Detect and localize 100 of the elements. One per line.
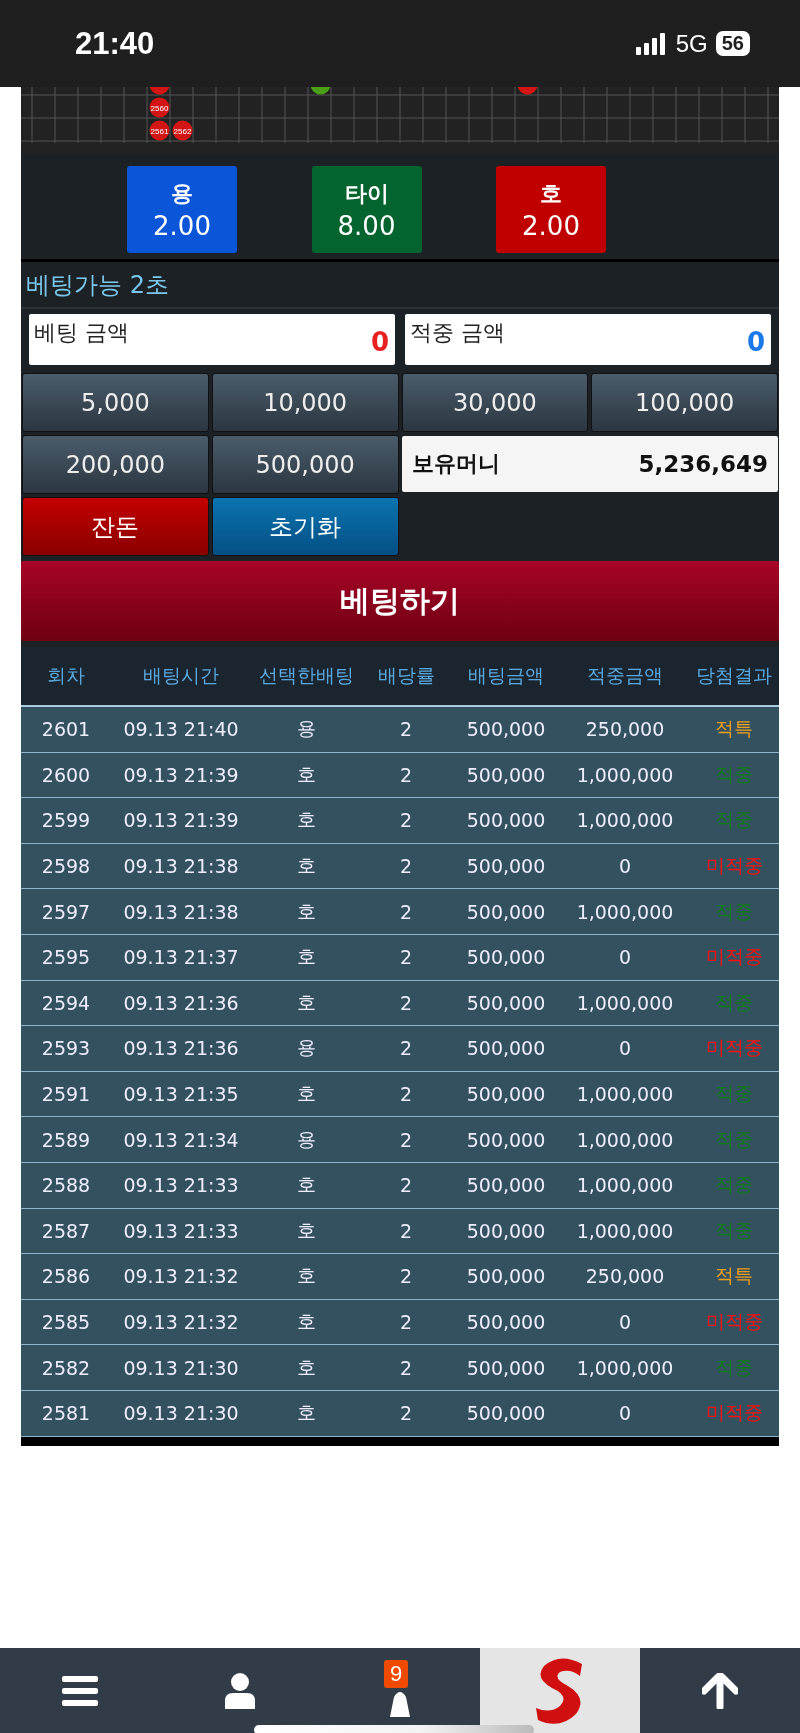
table-cell-text: 500,000 (465, 1174, 547, 1197)
table-cell-text: 1,000,000 (575, 1356, 675, 1379)
table-cell-text: 1,000,000 (575, 809, 675, 832)
result-cell-text: 미적중 (704, 1035, 764, 1061)
menu-icon[interactable] (62, 1675, 98, 1706)
table-cell-text: 2599 (40, 809, 92, 832)
table-cell-text: 500,000 (465, 855, 547, 878)
table-cell-text: 호 (295, 807, 317, 833)
table-cell-text: 1,000,000 (575, 991, 675, 1014)
table-cell-text: 2587 (40, 1219, 92, 1242)
table-cell-text: 호 (295, 1217, 317, 1243)
change-button[interactable]: 잔돈 (22, 497, 209, 556)
table-cell-text: 호 (295, 761, 317, 787)
table-cell-text: 2600 (40, 763, 92, 786)
table-cell-text: 0 (617, 855, 633, 878)
signal-icon (635, 32, 668, 55)
chip-amount-button[interactable]: 200,000 (22, 435, 209, 494)
table-cell-text: 09.13 21:36 (122, 1037, 240, 1060)
table-cell-text: 500,000 (465, 763, 547, 786)
table-cell-text: 2589 (40, 1128, 92, 1151)
bet-option-button[interactable]: 호 2.00 (496, 166, 606, 253)
chip-amount-button[interactable]: 100,000 (591, 373, 778, 432)
table-cell-text: 2 (398, 1174, 414, 1197)
table-cell-text: 0 (617, 1311, 633, 1333)
table-cell-text: 호 (295, 1081, 317, 1107)
column-header: 배팅금액 (467, 663, 545, 688)
status-time: 21:40 (75, 25, 156, 62)
result-cell-text: 적중 (714, 1354, 754, 1380)
amount-value: 0 (746, 326, 765, 357)
table-cell-text: 2 (398, 900, 414, 923)
table-cell-text: 500,000 (465, 1083, 547, 1106)
result-cell-text: 미적중 (704, 1309, 764, 1334)
bet-option-button[interactable]: 용 2.00 (127, 166, 237, 253)
column-header: 적중금액 (586, 663, 664, 688)
reset-button[interactable]: 초기화 (211, 497, 399, 556)
table-cell-text: 호 (295, 1263, 317, 1289)
table-cell-text: 09.13 21:35 (122, 1083, 240, 1106)
balance-label: 보유머니 (411, 450, 500, 478)
table-cell-text: 09.13 21:30 (122, 1402, 240, 1425)
table-cell-text: 500,000 (465, 1265, 547, 1288)
chip-amount-button[interactable]: 500,000 (211, 435, 399, 494)
result-cell-text: 적중 (714, 1217, 754, 1243)
table-cell-text: 0 (617, 1037, 633, 1060)
chip-amount-button[interactable]: 10,000 (211, 373, 399, 432)
table-cell-text: 09.13 21:33 (122, 1174, 240, 1197)
table-cell-text: 2 (398, 1219, 414, 1242)
table-cell-text: 500,000 (465, 1219, 547, 1242)
result-cell-text: 적중 (714, 898, 754, 924)
table-cell-text: 호 (295, 1309, 317, 1334)
table-cell-text: 1,000,000 (575, 1174, 675, 1197)
table-cell-text: 1,000,000 (575, 1128, 675, 1151)
table-cell-text: 2594 (40, 991, 92, 1014)
table-cell-text: 용 (295, 1126, 317, 1152)
table-cell-text: 09.13 21:38 (122, 855, 240, 878)
table-cell-text: 2 (398, 1037, 414, 1060)
table-cell-text: 09.13 21:38 (122, 900, 240, 923)
result-cell-text: 미적중 (704, 853, 764, 879)
column-header: 회차 (46, 663, 86, 688)
table-cell-text: 2 (398, 1311, 414, 1333)
table-cell-text: 1,000,000 (575, 900, 675, 923)
table-cell-text: 2 (398, 1083, 414, 1106)
table-cell-text: 500,000 (465, 1356, 547, 1379)
table-cell-text: 250,000 (584, 718, 666, 741)
user-icon[interactable] (225, 1672, 255, 1709)
amount-label: 베팅 금액 (34, 319, 129, 347)
place-bet-button[interactable]: 베팅하기 (21, 561, 779, 641)
result-cell-text: 미적중 (704, 1400, 764, 1426)
table-cell-text: 2595 (40, 946, 92, 969)
table-cell-text: 호 (295, 853, 317, 879)
chip-amount-button[interactable]: 30,000 (401, 373, 589, 432)
table-cell-text: 09.13 21:30 (122, 1356, 240, 1379)
amount-label: 적중 금액 (410, 319, 505, 347)
table-cell-text: 1,000,000 (575, 1219, 675, 1242)
table-cell-text: 2581 (40, 1402, 92, 1425)
table-cell-text: 2597 (40, 900, 92, 923)
table-cell-text: 09.13 21:39 (122, 763, 240, 786)
table-cell-text: 500,000 (465, 900, 547, 923)
table-cell-text: 호 (295, 898, 317, 924)
table-cell-text: 용 (295, 716, 317, 742)
column-header: 배팅시간 (142, 663, 220, 688)
table-cell-text: 2 (398, 946, 414, 969)
table-cell-text: 호 (295, 1354, 317, 1380)
result-cell-text: 적특 (714, 716, 754, 742)
battery-level: 56 (715, 31, 750, 56)
table-cell-text: 500,000 (465, 1128, 547, 1151)
result-bead: 2560 (149, 97, 170, 118)
table-cell-text: 2 (398, 718, 414, 741)
scroll-up-icon[interactable] (702, 1672, 738, 1709)
table-cell-text: 2 (398, 1265, 414, 1288)
table-cell-text: 09.13 21:32 (122, 1265, 240, 1288)
table-cell-text: 호 (295, 989, 317, 1015)
table-cell-text: 2586 (40, 1265, 92, 1288)
table-cell-text: 500,000 (465, 1402, 547, 1425)
chip-amount-button[interactable]: 5,000 (22, 373, 209, 432)
table-cell-text: 2 (398, 855, 414, 878)
table-cell-text: 0 (617, 946, 633, 969)
bet-option-button[interactable]: 타이 8.00 (311, 166, 422, 253)
table-cell-text: 250,000 (584, 1265, 666, 1288)
table-cell-text: 09.13 21:40 (122, 718, 240, 741)
column-header: 선택한배팅 (257, 663, 355, 688)
